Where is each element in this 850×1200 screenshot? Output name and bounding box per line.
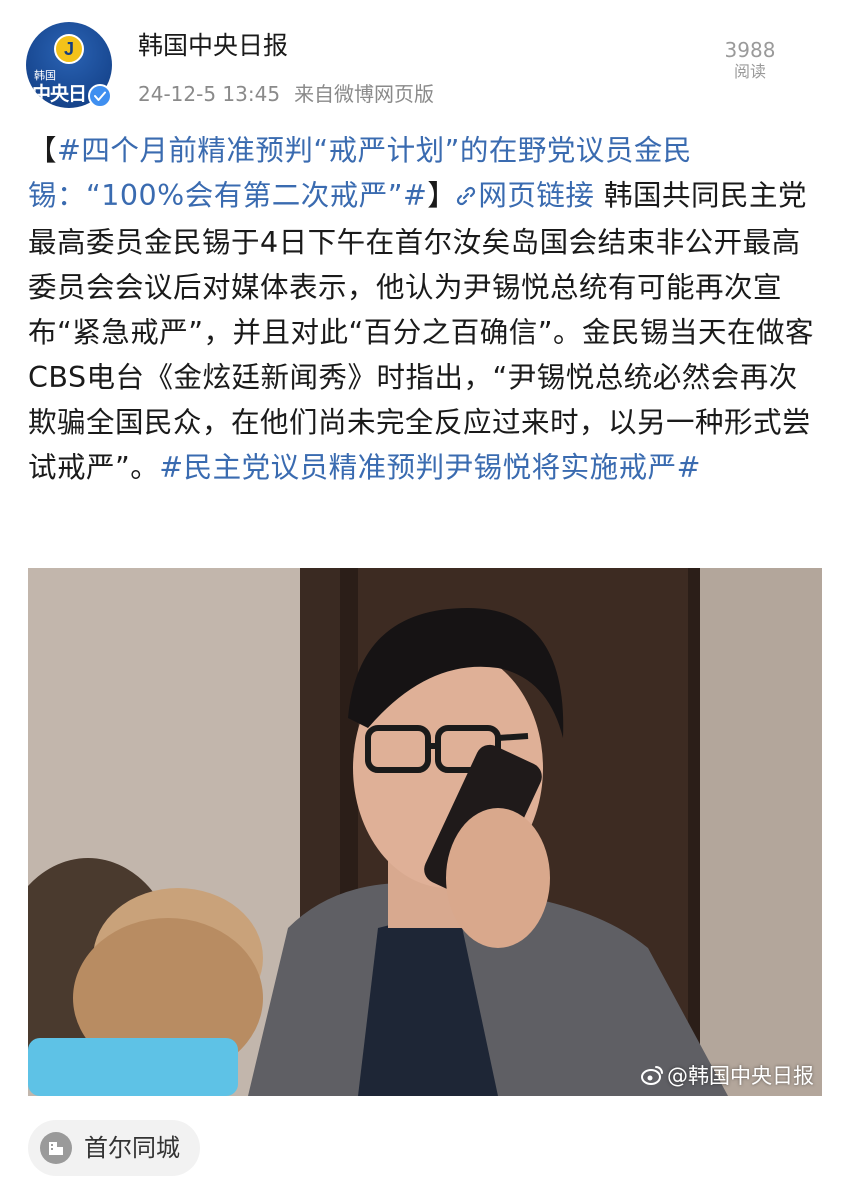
post-header: J 韩国 中央日 韩国中央日报 24-12-5 13:45 来自微博网页版 398… bbox=[0, 0, 850, 125]
photo-watermark: @韩国中央日报 bbox=[641, 1062, 814, 1090]
post-meta: 24-12-5 13:45 来自微博网页版 bbox=[138, 80, 434, 108]
watermark-text: @韩国中央日报 bbox=[667, 1064, 814, 1088]
read-count-label: 阅读 bbox=[733, 62, 766, 81]
photo-illustration bbox=[28, 568, 822, 1096]
avatar-logo-small-text: 韩国 bbox=[34, 69, 56, 82]
post-source: 来自微博网页版 bbox=[294, 82, 435, 106]
post-body-text: 韩国共同民主党最高委员金民锡于4日下午在首尔汝矣岛国会结束非公开最高委员会会议后… bbox=[28, 179, 815, 484]
trailing-hashtag[interactable]: #民主党议员精准预判尹锡悦将实施戒严# bbox=[159, 451, 701, 484]
web-link-label: 网页链接 bbox=[478, 179, 595, 212]
verified-icon bbox=[88, 84, 112, 108]
post-photo[interactable]: @韩国中央日报 bbox=[28, 568, 822, 1096]
location-building-icon bbox=[40, 1132, 72, 1164]
account-name[interactable]: 韩国中央日报 bbox=[138, 30, 288, 62]
web-link[interactable]: 网页链接 bbox=[456, 179, 594, 212]
topic-close-bracket: 】 bbox=[427, 179, 457, 212]
topic-open-bracket: 【 bbox=[28, 134, 58, 167]
weibo-logo-icon bbox=[641, 1064, 665, 1086]
location-label: 首尔同城 bbox=[84, 1134, 180, 1162]
avatar-j-badge: J bbox=[54, 34, 84, 64]
post-timestamp: 24-12-5 13:45 bbox=[138, 82, 281, 106]
read-count-number: 3988 bbox=[724, 38, 776, 62]
post-body: 【#四个月前精准预判“戒严计划”的在野党议员金民锡：“100%会有第二次戒严”#… bbox=[28, 128, 818, 490]
location-tag[interactable]: 首尔同城 bbox=[28, 1120, 200, 1176]
avatar-logo-big-text: 中央日 bbox=[32, 83, 87, 105]
link-icon bbox=[456, 175, 476, 220]
read-count: 3988 阅读 bbox=[710, 38, 790, 82]
